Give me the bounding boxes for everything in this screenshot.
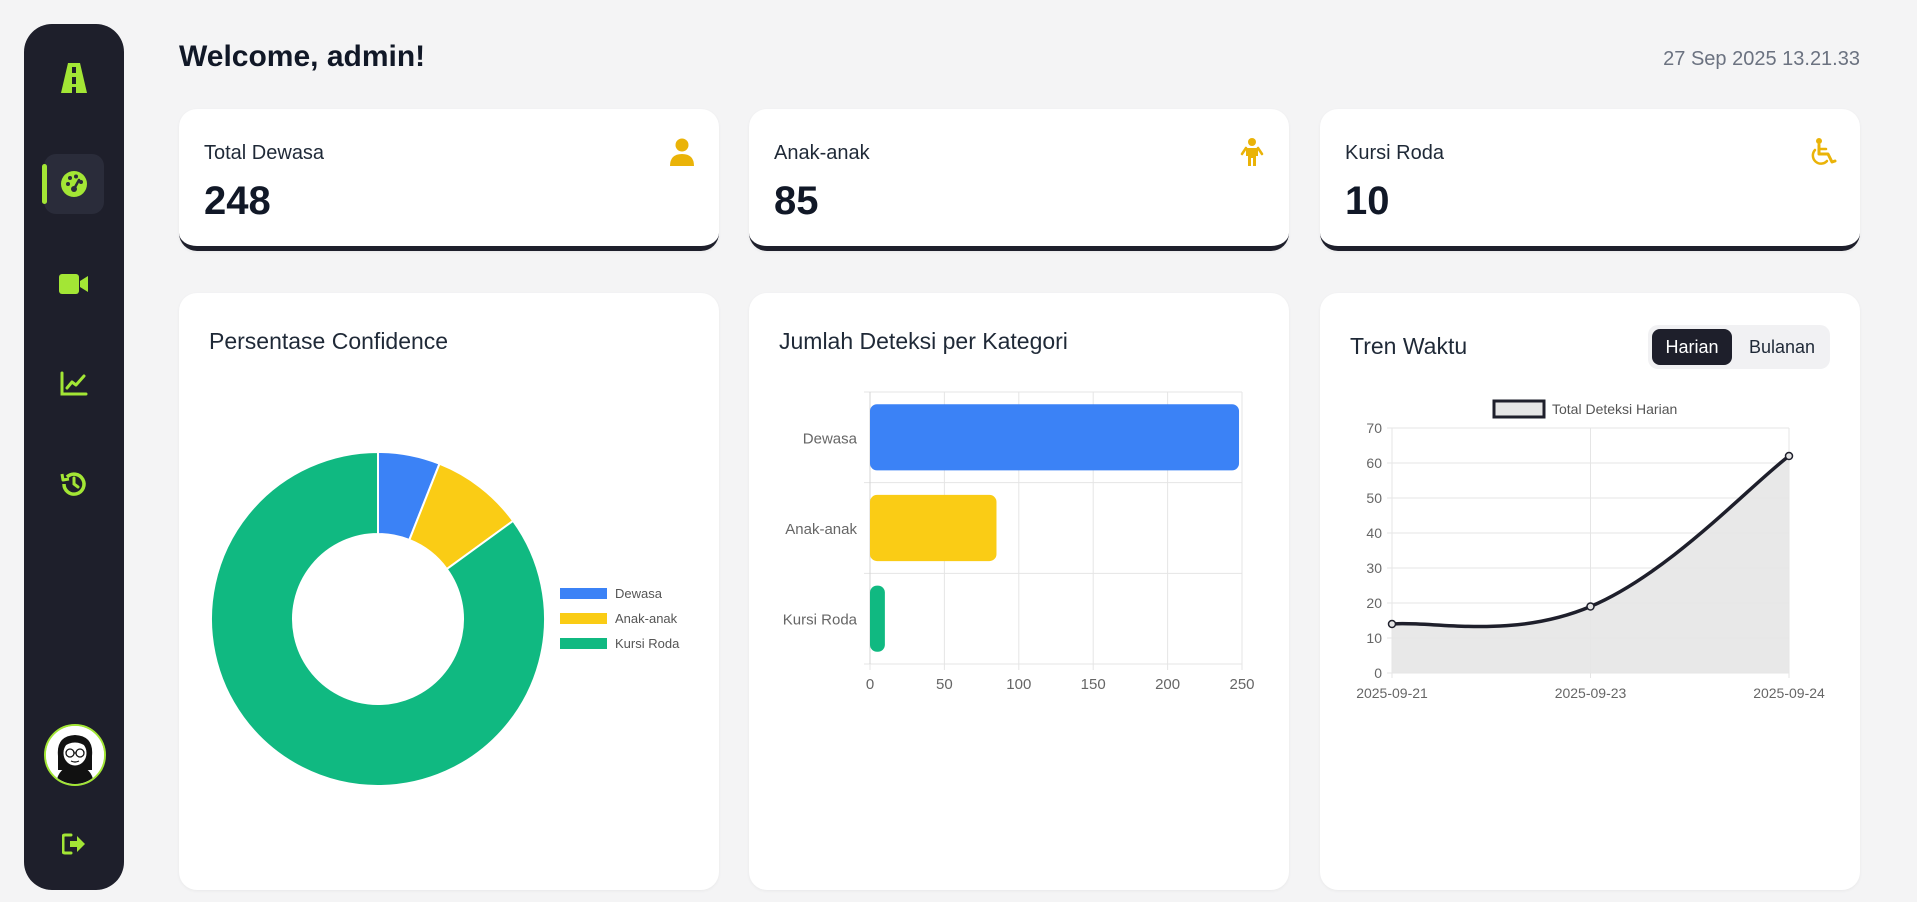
y-tick-label: 10 (1366, 630, 1382, 646)
page-title: Welcome, admin! (179, 40, 426, 73)
legend-swatch (560, 613, 607, 624)
stat-card-kursi-roda: Kursi Roda 10 (1320, 109, 1860, 251)
legend-label: Dewasa (615, 586, 663, 601)
y-tick-label: 50 (1366, 490, 1382, 506)
legend-swatch (560, 638, 607, 649)
y-tick-label: Anak-anak (785, 521, 857, 538)
data-point (1387, 619, 1397, 629)
dashboard-icon (61, 171, 87, 197)
x-tick-label: 50 (936, 676, 953, 693)
x-tick-label: 150 (1081, 676, 1106, 693)
legend-swatch (560, 588, 607, 599)
bar (870, 404, 1240, 471)
y-tick-label: 60 (1366, 455, 1382, 471)
stat-card-dewasa: Total Dewasa 248 (179, 109, 719, 251)
y-tick-label: Dewasa (803, 430, 858, 447)
card-category: Jumlah Deteksi per Kategori 0 50 100 150 200… (749, 293, 1289, 890)
stat-card-anak: Anak-anak 85 (749, 109, 1289, 251)
x-tick-label: 250 (1229, 676, 1254, 693)
stat-value: 10 (1345, 179, 1390, 223)
active-indicator (42, 164, 47, 204)
y-tick-label: Kursi Roda (783, 612, 858, 629)
doughnut-chart: Dewasa Anak-anak Kursi Roda (210, 450, 680, 787)
legend-label: Anak-anak (615, 611, 678, 626)
stat-value: 248 (204, 179, 271, 223)
legend-label: Total Deteksi Harian (1552, 401, 1677, 417)
sidebar (24, 24, 124, 890)
child-icon (1240, 138, 1264, 166)
stat-value: 85 (774, 179, 819, 223)
y-tick-label: 30 (1366, 560, 1382, 576)
logout-button[interactable] (44, 824, 104, 864)
wheelchair-icon (1811, 138, 1837, 165)
stat-label: Anak-anak (774, 142, 870, 164)
sidebar-item-camera[interactable] (44, 254, 104, 314)
bar (870, 585, 885, 652)
x-tick-label: 0 (866, 676, 874, 693)
bar (870, 494, 997, 562)
area-chart: 0 10 20 30 40 50 60 70 2025-09-21 2025-09-23 2025-… (1356, 399, 1825, 701)
user-icon (670, 138, 694, 166)
legend-label: Kursi Roda (615, 636, 680, 651)
datetime: 27 Sep 2025 13.21.33 (1663, 48, 1860, 70)
y-tick-label: 20 (1366, 595, 1382, 611)
sidebar-item-history[interactable] (44, 454, 104, 514)
bar-chart: 0 50 100 150 200 250 Dewasa Anak-anak Kursi Roda (783, 391, 1255, 693)
video-camera-icon (59, 274, 88, 294)
data-point (1784, 451, 1794, 461)
avatar[interactable] (44, 724, 106, 786)
logo-icon[interactable] (44, 48, 104, 108)
chart-line-icon (60, 371, 88, 396)
card-confidence: Persentase Confidence Dewasa Anak-anak Kur… (179, 293, 719, 890)
sidebar-item-dashboard[interactable] (42, 154, 104, 214)
stat-label: Total Dewasa (204, 142, 325, 164)
sidebar-item-analytics[interactable] (44, 354, 104, 414)
data-point (1586, 602, 1595, 611)
x-tick-label: 100 (1006, 676, 1031, 693)
stat-label: Kursi Roda (1345, 142, 1444, 164)
x-tick-label: 2025-09-21 (1356, 685, 1428, 701)
legend-swatch (1492, 399, 1546, 419)
x-tick-label: 2025-09-23 (1555, 685, 1627, 701)
x-tick-label: 2025-09-24 (1753, 685, 1825, 701)
history-icon (60, 472, 86, 496)
card-trend: Tren Waktu Harian Bulanan 0 10 20 30 40 50 60 7… (1320, 293, 1860, 890)
logout-icon (62, 833, 85, 855)
y-tick-label: 0 (1374, 665, 1382, 681)
x-tick-label: 200 (1155, 676, 1180, 693)
y-tick-label: 70 (1366, 420, 1382, 436)
y-tick-label: 40 (1366, 525, 1382, 541)
